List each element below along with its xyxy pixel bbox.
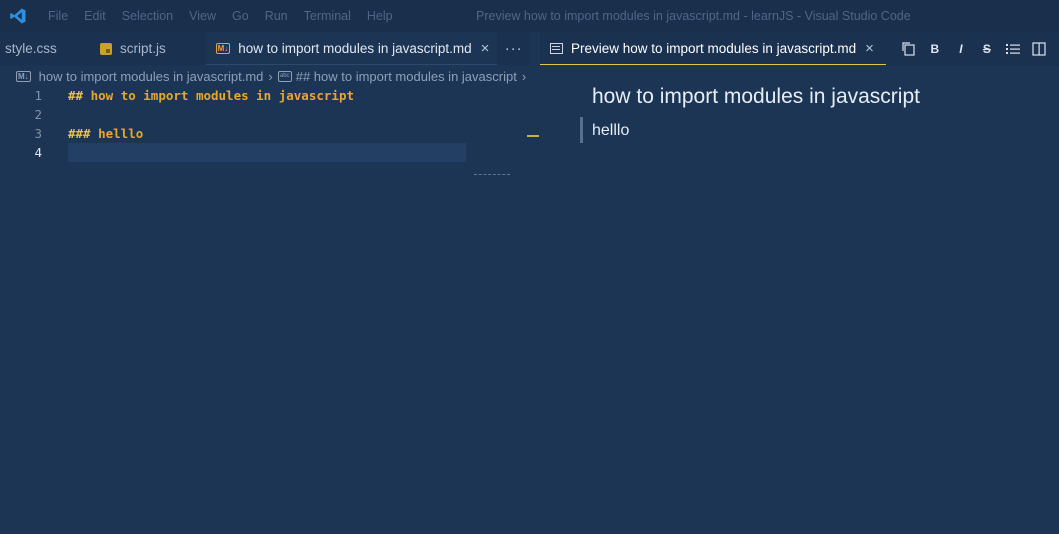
tab-label: how to import modules in javascript.md (238, 40, 472, 56)
menu-terminal[interactable]: Terminal (296, 9, 359, 23)
tab-script-js[interactable]: script.js (100, 32, 206, 65)
menu-view[interactable]: View (181, 9, 224, 23)
line-number: 3 (34, 126, 42, 141)
window-title: Preview how to import modules in javascr… (476, 9, 911, 23)
preview-heading-3: helllo (592, 122, 630, 139)
breadcrumb-symbol[interactable]: ## how to import modules in javascript (296, 69, 517, 84)
strikethrough-button[interactable]: S (974, 36, 1000, 62)
close-icon[interactable]: × (865, 40, 874, 57)
bold-button[interactable]: B (922, 36, 948, 62)
markdown-preview: how to import modules in javascript hell… (540, 65, 1059, 534)
preview-selection-bar (580, 117, 583, 143)
more-actions-icon[interactable]: ··· (1052, 36, 1059, 62)
editor-line[interactable]: 1 ## how to import modules in javascript (0, 86, 540, 105)
minimap-marker (527, 135, 539, 137)
markdown-file-icon: M↓ (16, 70, 31, 82)
code-editor[interactable]: 1 ## how to import modules in javascript… (0, 86, 540, 534)
preview-icon (550, 42, 563, 54)
overview-ruler-mark (474, 174, 510, 178)
menu-go[interactable]: Go (224, 9, 257, 23)
title-bar: File Edit Selection View Go Run Terminal… (0, 0, 1059, 32)
italic-button[interactable]: I (948, 36, 974, 62)
menu-bar: File Edit Selection View Go Run Terminal… (40, 9, 401, 23)
preview-tab-bar: Preview how to import modules in javascr… (540, 32, 1059, 65)
tab-preview[interactable]: Preview how to import modules in javascr… (540, 32, 886, 65)
heading-text: helllo (98, 126, 144, 141)
line-number: 1 (34, 88, 42, 103)
heading-marker: ### (68, 126, 91, 141)
chevron-right-icon: › (521, 68, 527, 84)
editor-tab-bar: style.css script.js M↓ how to import mod… (0, 32, 530, 65)
vscode-logo-icon (0, 0, 36, 32)
list-icon[interactable] (1000, 36, 1026, 62)
editor-line[interactable]: 2 (0, 105, 540, 124)
tab-label: script.js (120, 41, 166, 56)
menu-selection[interactable]: Selection (114, 9, 181, 23)
markdown-file-icon: M↓ (215, 42, 231, 54)
symbol-icon: abc (277, 70, 292, 82)
split-editor-icon[interactable] (1026, 36, 1052, 62)
editor-line[interactable]: 4 (0, 143, 540, 162)
menu-help[interactable]: Help (359, 9, 401, 23)
breadcrumb-file[interactable]: how to import modules in javascript.md (39, 69, 264, 84)
open-source-icon[interactable] (896, 36, 922, 62)
line-number: 2 (34, 107, 42, 122)
preview-heading-2: how to import modules in javascript (592, 85, 920, 108)
line-content: ### helllo (68, 126, 143, 141)
heading-text: how to import modules in javascript (90, 88, 354, 103)
tab-label: Preview how to import modules in javascr… (571, 40, 857, 56)
menu-file[interactable]: File (40, 9, 76, 23)
menu-edit[interactable]: Edit (76, 9, 114, 23)
chevron-right-icon: › (268, 68, 273, 84)
editor-toolbar: B I S ··· (896, 36, 1059, 62)
menu-run[interactable]: Run (257, 9, 296, 23)
js-file-icon (100, 42, 113, 55)
line-number: 4 (34, 145, 42, 160)
line-content: ## how to import modules in javascript (68, 88, 354, 103)
heading-marker: ## (68, 88, 84, 103)
editor-line[interactable]: 3 ### helllo (0, 124, 540, 143)
more-actions-icon[interactable]: ··· (497, 40, 530, 57)
tab-label: style.css (5, 41, 57, 56)
tab-style-css[interactable]: style.css (0, 32, 100, 65)
tab-markdown-file[interactable]: M↓ how to import modules in javascript.m… (205, 32, 498, 65)
breadcrumb: M↓ how to import modules in javascript.m… (0, 65, 540, 87)
close-icon[interactable]: × (481, 40, 490, 57)
